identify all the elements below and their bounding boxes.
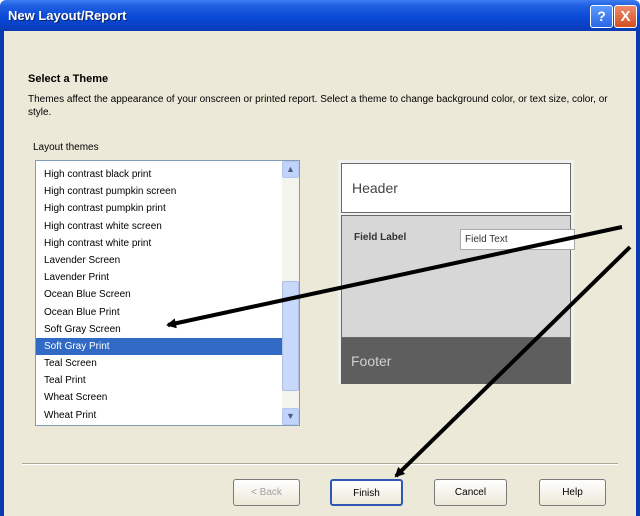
themes-list-items: High contrast black print High contrast p… [36, 166, 284, 424]
back-button[interactable]: < Back [233, 479, 300, 506]
theme-list-item[interactable]: Ocean Blue Screen [36, 286, 284, 303]
page-description: Themes affect the appearance of your ons… [28, 94, 608, 118]
theme-list-item[interactable]: Wheat Screen [36, 389, 284, 406]
theme-list-item[interactable]: High contrast pumpkin print [36, 200, 284, 217]
scroll-down-button[interactable]: ▼ [282, 408, 299, 425]
theme-list-item[interactable]: Lavender Screen [36, 252, 284, 269]
preview-footer: Footer [341, 338, 571, 384]
theme-list-item[interactable]: High contrast white screen [36, 218, 284, 235]
preview-header-text: Header [352, 180, 398, 196]
theme-preview: Header Field Label Field Text Footer [338, 160, 575, 384]
themes-listbox[interactable]: High contrast black print High contrast p… [35, 160, 300, 426]
theme-list-item[interactable]: Ocean Blue Print [36, 304, 284, 321]
help-button[interactable]: Help [539, 479, 606, 506]
theme-list-item[interactable]: Soft Gray Screen [36, 321, 284, 338]
chevron-up-icon: ▲ [286, 164, 295, 174]
preview-body: Field Label Field Text [341, 215, 575, 338]
title-bar: New Layout/Report ? X [0, 0, 640, 31]
themes-list-caption: Layout themes [33, 142, 99, 153]
cancel-button[interactable]: Cancel [434, 479, 507, 506]
button-separator [22, 463, 618, 465]
theme-list-item[interactable]: High contrast pumpkin screen [36, 183, 284, 200]
question-icon: ? [597, 8, 606, 24]
theme-list-item[interactable]: Teal Print [36, 372, 284, 389]
theme-list-item[interactable]: Teal Screen [36, 355, 284, 372]
finish-button[interactable]: Finish [330, 479, 403, 506]
theme-list-item[interactable]: Soft Gray Print [36, 337, 284, 356]
preview-field-label: Field Label [354, 232, 407, 243]
preview-header: Header [341, 163, 571, 213]
theme-list-item[interactable]: High contrast white print [36, 235, 284, 252]
preview-field-text: Field Text [460, 229, 575, 250]
close-icon: X [620, 8, 631, 25]
title-help-button[interactable]: ? [590, 5, 613, 28]
theme-list-item[interactable]: High contrast black print [36, 166, 284, 183]
chevron-down-icon: ▼ [286, 411, 295, 421]
close-button[interactable]: X [614, 5, 637, 28]
preview-footer-text: Footer [351, 353, 392, 369]
theme-list-item[interactable]: Wheat Print [36, 407, 284, 424]
themes-scrollbar[interactable]: ▲ ▼ [282, 161, 299, 425]
page-heading: Select a Theme [28, 73, 109, 85]
window-title: New Layout/Report [8, 8, 127, 23]
theme-list-item[interactable]: Lavender Print [36, 269, 284, 286]
scroll-up-button[interactable]: ▲ [282, 161, 299, 178]
scroll-thumb[interactable] [282, 281, 299, 391]
